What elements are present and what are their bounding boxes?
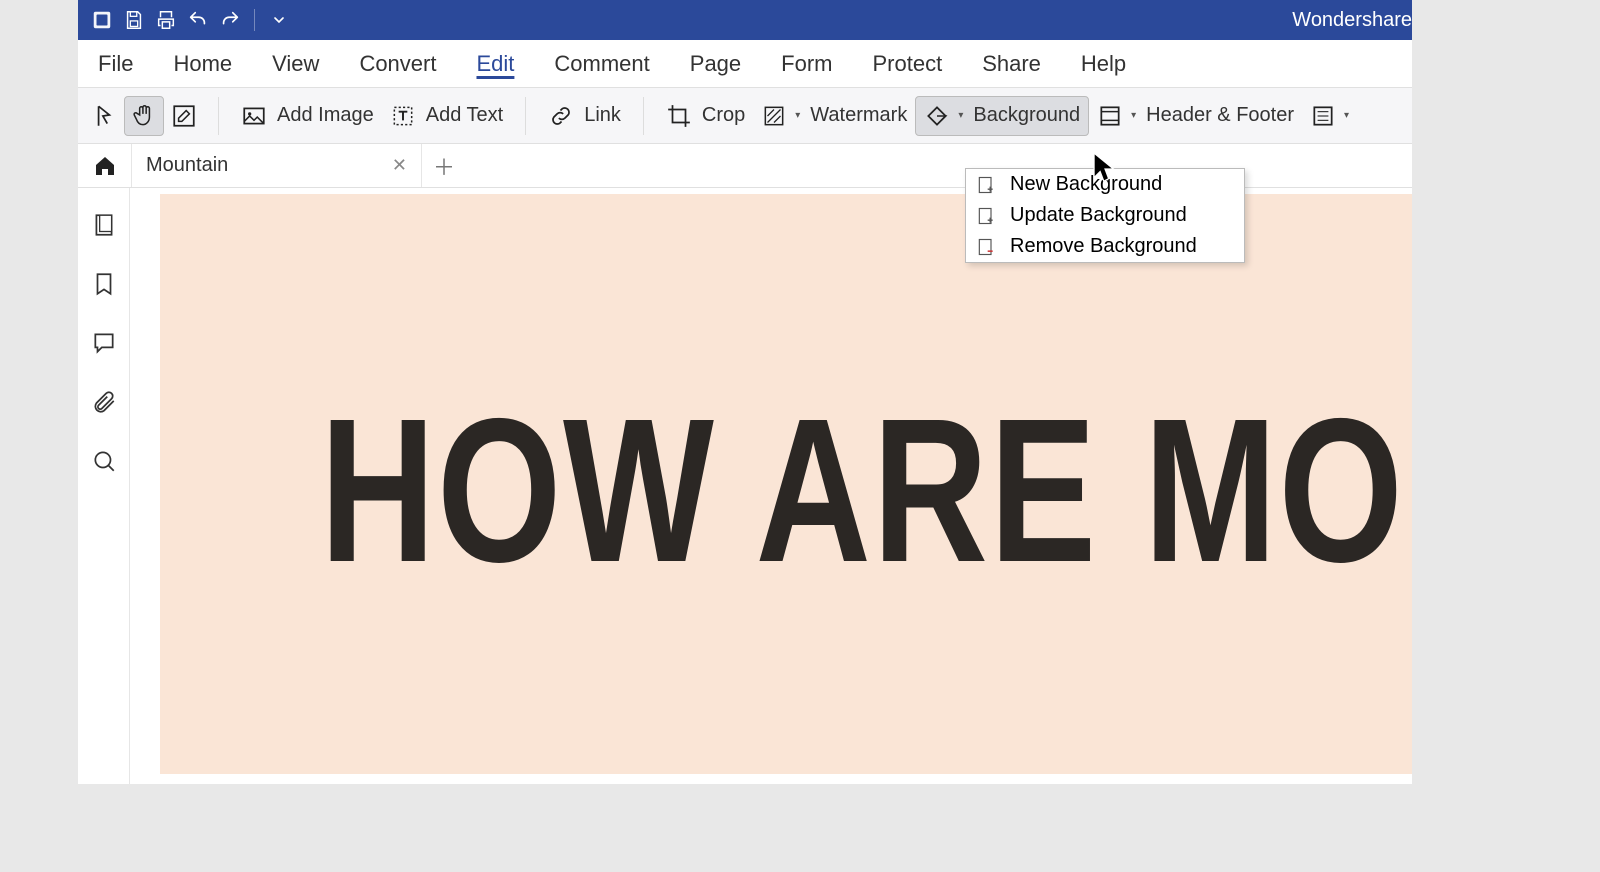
document-tab[interactable]: Mountain ✕ xyxy=(132,144,422,187)
menu-form[interactable]: Form xyxy=(775,47,838,81)
print-icon[interactable] xyxy=(150,4,182,36)
document-headline: HOW ARE MOUN xyxy=(320,404,1412,578)
pointer-tool[interactable] xyxy=(84,96,124,136)
menu-home[interactable]: Home xyxy=(167,47,238,81)
menu-file[interactable]: File xyxy=(92,47,139,81)
edit-toolbar: Add Image Add Text Link Crop ▾ Watermark… xyxy=(78,88,1412,144)
divider xyxy=(254,9,255,31)
thumbnails-icon[interactable] xyxy=(91,212,117,243)
edit-object-tool[interactable] xyxy=(164,96,204,136)
remove-background-item[interactable]: Remove Background xyxy=(966,231,1244,262)
crop-button[interactable]: Crop xyxy=(658,97,753,135)
crop-label: Crop xyxy=(702,104,745,127)
menu-view[interactable]: View xyxy=(266,47,325,81)
caret-down-icon: ▾ xyxy=(1131,110,1136,121)
add-text-label: Add Text xyxy=(426,104,503,127)
menu-share[interactable]: Share xyxy=(976,47,1047,81)
app-logo[interactable] xyxy=(86,4,118,36)
bookmark-icon[interactable] xyxy=(91,271,117,302)
background-button[interactable]: ▾ Background xyxy=(915,96,1089,136)
header-footer-label: Header & Footer xyxy=(1146,104,1294,127)
quickbar-dropdown-icon[interactable] xyxy=(263,4,295,36)
menu-bar: File Home View Convert Edit Comment Page… xyxy=(78,40,1412,88)
document-page[interactable]: HOW ARE MOUN xyxy=(160,194,1412,774)
update-background-label: Update Background xyxy=(1010,204,1187,227)
caret-down-icon: ▾ xyxy=(795,110,800,121)
close-icon[interactable]: ✕ xyxy=(392,155,407,176)
header-footer-button[interactable]: ▾ Header & Footer xyxy=(1089,97,1302,135)
undo-icon[interactable] xyxy=(182,4,214,36)
tab-home-button[interactable] xyxy=(78,144,132,187)
quick-access-bar: Wondershare xyxy=(78,0,1412,40)
new-background-item[interactable]: New Background xyxy=(966,169,1244,200)
menu-help[interactable]: Help xyxy=(1075,47,1132,81)
watermark-button[interactable]: ▾ Watermark xyxy=(753,97,915,135)
search-icon[interactable] xyxy=(91,448,117,479)
caret-down-icon: ▾ xyxy=(958,110,963,121)
save-icon[interactable] xyxy=(118,4,150,36)
update-background-item[interactable]: Update Background xyxy=(966,200,1244,231)
workspace: HOW ARE MOUN xyxy=(78,188,1412,784)
hand-tool[interactable] xyxy=(124,96,164,136)
brand-label: Wondershare xyxy=(1292,9,1412,32)
attachments-icon[interactable] xyxy=(91,389,117,420)
watermark-label: Watermark xyxy=(810,104,907,127)
add-image-button[interactable]: Add Image xyxy=(233,97,382,135)
add-text-button[interactable]: Add Text xyxy=(382,97,511,135)
link-label: Link xyxy=(584,104,621,127)
menu-page[interactable]: Page xyxy=(684,47,747,81)
menu-convert[interactable]: Convert xyxy=(353,47,442,81)
new-background-label: New Background xyxy=(1010,173,1162,196)
canvas[interactable]: HOW ARE MOUN xyxy=(130,188,1412,784)
comments-icon[interactable] xyxy=(91,330,117,361)
more-tool-button[interactable]: ▾ xyxy=(1302,97,1357,135)
menu-edit[interactable]: Edit xyxy=(470,47,520,81)
link-button[interactable]: Link xyxy=(540,97,629,135)
background-label: Background xyxy=(973,104,1080,127)
redo-icon[interactable] xyxy=(214,4,246,36)
side-panel xyxy=(78,188,130,784)
tab-title: Mountain xyxy=(146,154,228,177)
remove-background-label: Remove Background xyxy=(1010,235,1197,258)
add-image-label: Add Image xyxy=(277,104,374,127)
menu-comment[interactable]: Comment xyxy=(548,47,655,81)
new-tab-button[interactable]: ＋ xyxy=(422,144,466,187)
menu-protect[interactable]: Protect xyxy=(866,47,948,81)
caret-down-icon: ▾ xyxy=(1344,110,1349,121)
background-dropdown: New Background Update Background Remove … xyxy=(965,168,1245,263)
